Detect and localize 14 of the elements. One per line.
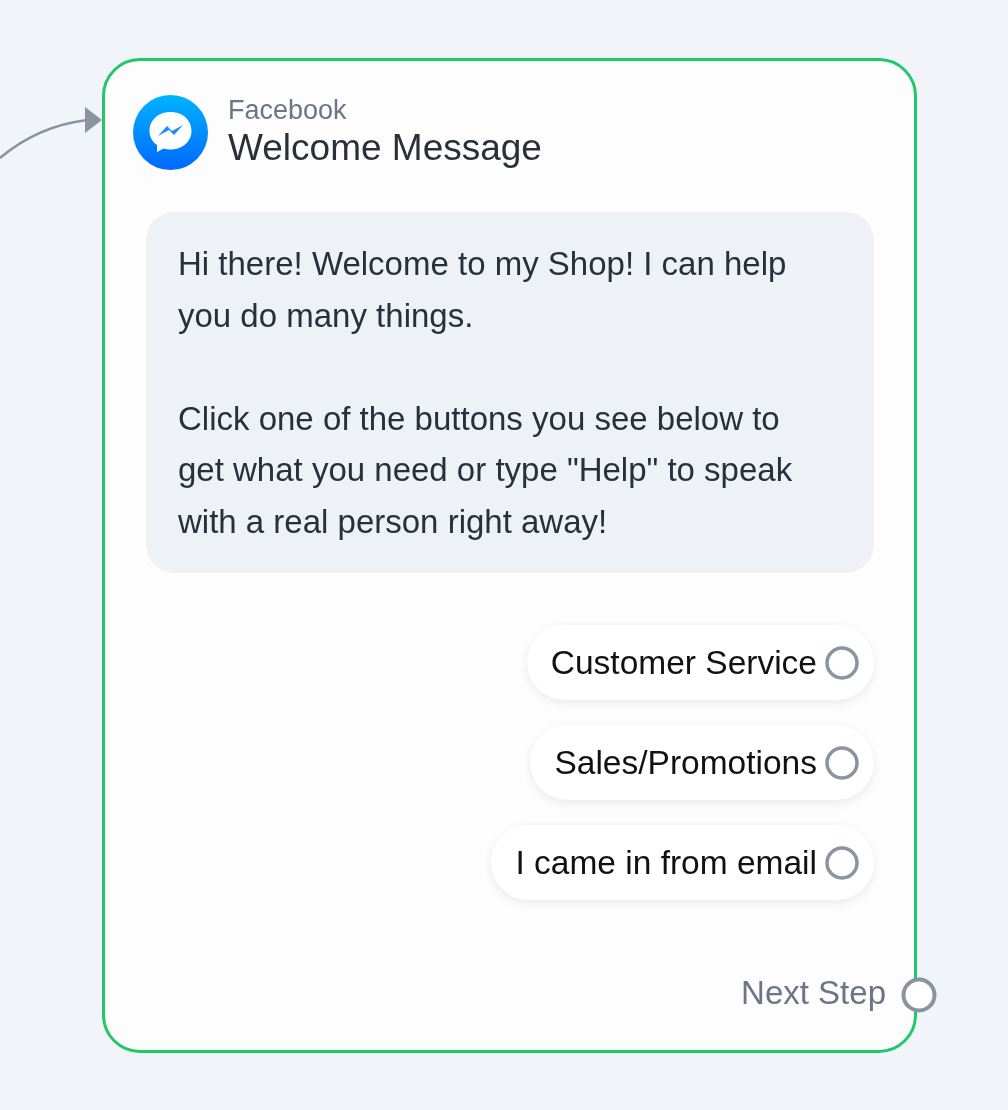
quick-reply-button[interactable]: I came in from email xyxy=(491,825,874,901)
quick-reply-button[interactable]: Customer Service xyxy=(526,625,874,701)
node-title: Welcome Message xyxy=(228,126,542,171)
quick-reply-button[interactable]: Sales/Promotions xyxy=(530,725,874,801)
ring-icon xyxy=(825,745,859,780)
message-paragraph: Click one of the buttons you see below to get what you need or type "Help" to speak with a real person right away! xyxy=(178,398,794,542)
message-paragraph: Hi there! Welcome to my Shop! I can help you do many things. xyxy=(178,244,788,336)
next-step-label: Next Step xyxy=(741,973,886,1013)
ring-icon xyxy=(825,645,859,680)
connector-port-icon[interactable] xyxy=(901,977,937,1013)
message-node-card[interactable] xyxy=(102,58,917,1053)
chat-bubble-logo-icon xyxy=(133,95,208,171)
channel-label: Facebook xyxy=(228,95,348,127)
ring-icon xyxy=(825,845,859,880)
